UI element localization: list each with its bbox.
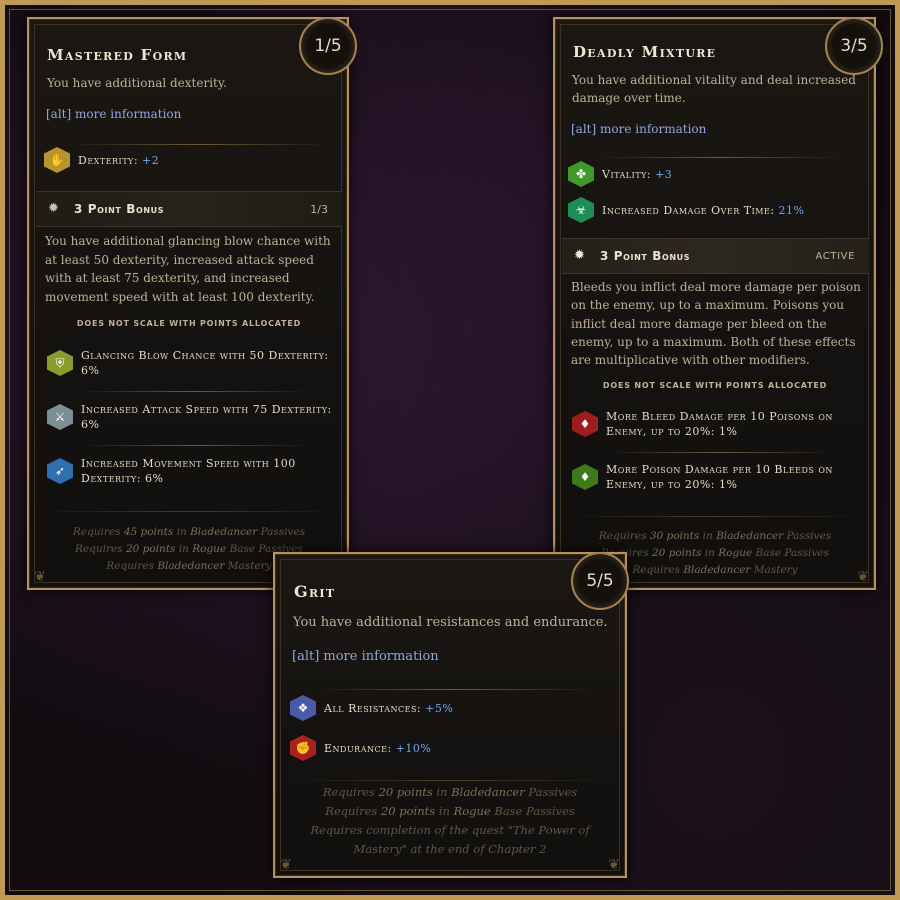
- endurance-icon: ✊: [290, 735, 316, 761]
- stat-value: +2: [142, 153, 160, 167]
- stat-label: Dexterity:: [78, 153, 139, 167]
- passive-title: Grit: [294, 582, 336, 601]
- bonus-label: 3 Point Bonus: [600, 249, 691, 263]
- ornament-icon: ❦: [857, 569, 869, 585]
- divider: [79, 391, 309, 392]
- passive-title: Deadly Mixture: [573, 43, 717, 61]
- stat-line-1: Increased Movement Speed with 100: [81, 457, 296, 470]
- quest-requirement-line: Mastery" at the end of Chapter 2: [353, 842, 547, 856]
- divider: [79, 445, 309, 446]
- points-value: 5/5: [586, 571, 614, 591]
- alt-more-info-link[interactable]: [alt] more information: [46, 107, 181, 121]
- bonus-description: Bleeds you inflict deal more damage per …: [571, 280, 861, 368]
- points-badge: 3/5: [825, 17, 883, 75]
- movement-speed-icon: ➶: [47, 458, 73, 484]
- passive-tooltip-grit: 5/5 Grit You have additional resistances…: [273, 552, 629, 878]
- stat-row-bleed-damage: ♦ More Bleed Damage per 10 Poisons on En…: [572, 409, 833, 439]
- stat-row-all-resistances: ❖ All Resistances: +5%: [290, 695, 453, 721]
- stat-row-damage-over-time: ☣ Increased Damage Over Time: 21%: [568, 197, 804, 223]
- divider: [595, 157, 845, 158]
- divider: [605, 452, 835, 453]
- attack-speed-icon: ⚔: [47, 404, 73, 430]
- stat-row-movement-speed: ➶ Increased Movement Speed with 100 Dext…: [47, 456, 296, 486]
- points-value: 1/5: [314, 36, 342, 56]
- stat-line-2: Enemy, up to 20%: 1%: [606, 425, 738, 438]
- ornament-icon: ❦: [34, 569, 46, 585]
- stat-value: +10%: [395, 741, 432, 755]
- poison-damage-icon: ♦: [572, 464, 598, 490]
- stat-label: Vitality:: [602, 167, 652, 181]
- stat-line-2: 6%: [81, 418, 100, 431]
- requirement-line: Requires 20 points in Bladedancer Passiv…: [322, 785, 578, 799]
- stat-value: 21%: [778, 203, 805, 217]
- divider: [69, 144, 329, 145]
- stat-line-1: More Poison Damage per 10 Bleeds on: [606, 463, 833, 476]
- stat-row-endurance: ✊ Endurance: +10%: [290, 735, 431, 761]
- point-bonus-header: ✹ 3 Point Bonus Active: [562, 238, 869, 274]
- divider: [565, 516, 865, 517]
- ornament-icon: ❦: [608, 857, 620, 873]
- point-bonus-header: ✹ 3 Point Bonus 1/3: [36, 191, 342, 227]
- requirement-line: Requires 20 points in Rogue Base Passive…: [325, 804, 575, 818]
- sun-icon: ✹: [574, 248, 585, 263]
- stat-row-attack-speed: ⚔ Increased Attack Speed with 75 Dexteri…: [47, 402, 332, 432]
- points-badge: 5/5: [571, 552, 629, 610]
- stat-row-dexterity: ✋ Dexterity: +2: [44, 147, 159, 173]
- bleed-damage-icon: ♦: [572, 411, 598, 437]
- passive-description: You have additional resistances and endu…: [293, 615, 608, 630]
- stat-line-1: Glancing Blow Chance with 50 Dexterity:: [81, 349, 329, 362]
- stat-line-2: Dexterity: 6%: [81, 472, 164, 485]
- alt-more-info-link[interactable]: [alt] more information: [571, 122, 706, 136]
- stat-line-1: Increased Attack Speed with 75 Dexterity…: [81, 403, 332, 416]
- bonus-progress: 1/3: [310, 202, 328, 216]
- passive-title: Mastered Form: [47, 46, 188, 64]
- points-value: 3/5: [840, 36, 868, 56]
- sun-icon: ✹: [48, 201, 59, 216]
- stat-row-vitality: ✤ Vitality: +3: [568, 161, 672, 187]
- stat-label: Increased Damage Over Time:: [602, 203, 775, 217]
- passive-description: You have additional dexterity.: [47, 76, 227, 90]
- ornament-icon: ❦: [280, 857, 292, 873]
- stat-value: +3: [655, 167, 673, 181]
- passive-description: You have additional vitality and deal in…: [572, 73, 856, 105]
- stat-value: +5%: [425, 701, 454, 715]
- stat-line-2: Enemy, up to 20%: 1%: [606, 478, 738, 491]
- no-scale-note: Does not scale with points allocated: [602, 381, 828, 390]
- stat-line-2: 6%: [81, 364, 100, 377]
- requirements: Requires 20 points in Bladedancer Passiv…: [285, 783, 615, 859]
- stat-row-poison-damage: ♦ More Poison Damage per 10 Bleeds on En…: [572, 462, 833, 492]
- glancing-blow-icon: ⛨: [47, 350, 73, 376]
- quest-requirement-line: Requires completion of the quest "The Po…: [310, 823, 590, 837]
- dexterity-icon: ✋: [44, 147, 70, 173]
- alt-more-info-link[interactable]: [alt] more information: [292, 649, 439, 664]
- bonus-label: 3 Point Bonus: [74, 202, 165, 216]
- damage-over-time-icon: ☣: [568, 197, 594, 223]
- passive-tooltip-deadly-mixture: 3/5 Deadly Mixture You have additional v…: [553, 17, 883, 590]
- no-scale-note: Does not scale with points allocated: [76, 319, 302, 328]
- stat-label: All Resistances:: [324, 701, 422, 715]
- requirement-line: Requires 45 points in Bladedancer Passiv…: [72, 526, 306, 538]
- vitality-icon: ✤: [568, 161, 594, 187]
- divider: [285, 780, 615, 781]
- bonus-status: Active: [815, 250, 855, 262]
- divider: [315, 689, 595, 690]
- requirement-line: Requires 30 points in Bladedancer Passiv…: [598, 530, 832, 542]
- passive-tooltip-mastered-form: 1/5 Mastered Form You have additional de…: [27, 17, 357, 590]
- points-badge: 1/5: [299, 17, 357, 75]
- stat-label: Endurance:: [324, 741, 392, 755]
- bonus-description: You have additional glancing blow chance…: [45, 234, 331, 304]
- stat-row-glancing-blow: ⛨ Glancing Blow Chance with 50 Dexterity…: [47, 348, 329, 378]
- all-resistances-icon: ❖: [290, 695, 316, 721]
- divider: [39, 511, 339, 512]
- stat-line-1: More Bleed Damage per 10 Poisons on: [606, 410, 833, 423]
